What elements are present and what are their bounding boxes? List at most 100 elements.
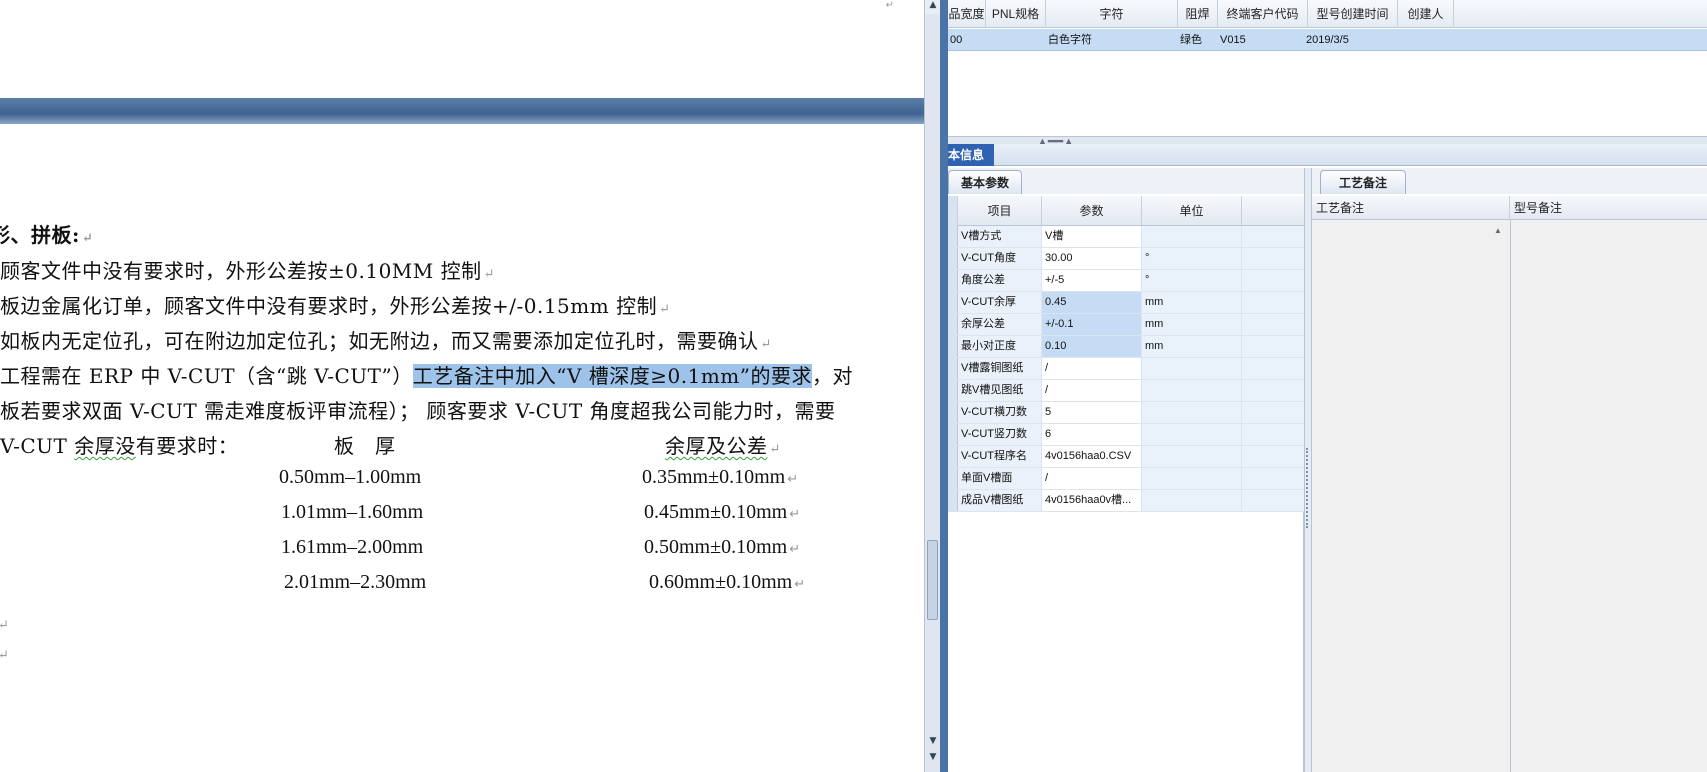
param-value[interactable]: / (1042, 380, 1142, 401)
line-text: 如板内无定位孔，可在附边加定位孔；如无附边，而又需要添加定位孔时，需要确认 (0, 329, 759, 353)
param-row[interactable]: 单面V槽面 / (948, 468, 1304, 490)
param-value[interactable]: / (1042, 468, 1142, 489)
param-value[interactable]: / (1042, 358, 1142, 379)
col-header-customer-code[interactable]: 终端客户代码 (1218, 0, 1308, 28)
vtable-margin-4: 0.60mm±0.10mm ↵ (649, 571, 805, 594)
doc-line-3: 如板内无定位孔，可在附边加定位孔；如无附边，而又需要添加定位孔时，需要确认 ↵ (0, 325, 772, 354)
scroll-down-arrow-icon[interactable]: ▼ (925, 736, 941, 750)
param-value[interactable]: 4v0156haa0.CSV (1042, 446, 1142, 467)
param-row[interactable]: V槽露铜图纸 / (948, 358, 1304, 380)
line-text: 板若要求双面 V-CUT 需走难度板评审流程）； 顾客要求 V-CUT 角度超我… (0, 399, 836, 423)
document-scrollbar[interactable]: ▲ ▼ ▼ (924, 0, 941, 772)
craft-notes-panel[interactable]: 工艺备注 型号备注 ▲ (1312, 196, 1707, 772)
param-value[interactable]: 30.00 (1042, 248, 1142, 269)
param-value[interactable]: +/-0.1 (1042, 314, 1142, 335)
highlighted-selection[interactable]: 工艺备注中加入“V 槽深度≥0.1mm”的要求 (412, 364, 812, 388)
vtable-thickness-3: 1.61mm–2.00mm (281, 536, 424, 558)
row-header (948, 468, 958, 489)
paragraph-mark: ↵ (769, 442, 781, 457)
param-row[interactable]: V-CUT角度 30.00 ° (948, 248, 1304, 270)
splitter-grip-icon[interactable] (1306, 448, 1310, 528)
previous-page: ↵ (0, 0, 924, 98)
line-text: 顾客文件中没有要求时，外形公差按±0.10MM 控制 (0, 259, 482, 283)
row-header (948, 424, 958, 445)
param-item: V-CUT竖刀数 (958, 424, 1042, 445)
param-unit: mm (1142, 314, 1242, 335)
col-header-extra (1242, 196, 1304, 226)
param-unit (1142, 424, 1242, 445)
param-value[interactable]: 5 (1042, 402, 1142, 423)
line-text: 板边金属化订单，顾客文件中没有要求时，外形公差按+/-0.15mm 控制 (0, 294, 658, 318)
param-value[interactable]: V槽 (1042, 226, 1142, 247)
param-row[interactable]: V-CUT竖刀数 6 (948, 424, 1304, 446)
param-row[interactable]: V槽方式 V槽 (948, 226, 1304, 248)
col-header-unit[interactable]: 单位 (1142, 196, 1242, 226)
empty-paragraph: ↵ (0, 610, 9, 634)
param-item: 成品V槽图纸 (958, 490, 1042, 511)
erp-panel[interactable]: 品宽度 PNL规格 字符 阻焊 终端客户代码 型号创建时间 创建人 00 白色字… (948, 0, 1707, 772)
header-text: 板 厚 (334, 434, 396, 458)
word-document-pane[interactable]: ↵ 形、拼板:↵ 顾客文件中没有要求时，外形公差按±0.10MM 控制↵ 板边金… (0, 0, 924, 772)
col-header-model-note[interactable]: 型号备注 (1510, 196, 1707, 220)
row-header (948, 358, 958, 379)
empty-paragraph: ↵ (0, 640, 9, 664)
col-header-craft-note[interactable]: 工艺备注 (1312, 196, 1510, 220)
vtable-margin-2: 0.45mm±0.10mm ↵ (644, 501, 800, 524)
vtable-header-thickness: 板 厚 (334, 430, 396, 459)
col-header-created-time[interactable]: 型号创建时间 (1308, 0, 1398, 28)
param-value[interactable]: 4v0156haa0v槽... (1042, 490, 1142, 511)
vertical-splitter[interactable] (1304, 168, 1312, 772)
doc-line-2: 板边金属化订单，顾客文件中没有要求时，外形公差按+/-0.15mm 控制 ↵ (0, 290, 670, 319)
param-extra (1242, 446, 1304, 467)
col-header-char[interactable]: 字符 (1046, 0, 1178, 28)
tab-basic-params[interactable]: 基本参数 (948, 170, 1022, 194)
doc-line-6: V-CUT 余厚没有要求时： (0, 430, 238, 459)
scroll-thumb[interactable] (927, 540, 938, 620)
subtab-strip: 基本参数 工艺备注 (948, 168, 1707, 194)
vtable-thickness-2: 1.01mm–1.60mm (281, 501, 424, 523)
vtable-thickness-4: 2.01mm–2.30mm (284, 571, 427, 593)
model-grid-row-selected[interactable]: 00 白色字符 绿色 V015 2019/3/5 (948, 29, 1707, 51)
param-row[interactable]: 成品V槽图纸 4v0156haa0v槽... (948, 490, 1304, 512)
vtable-margin-1: 0.35mm±0.10mm ↵ (642, 466, 798, 489)
next-page-arrow-icon[interactable]: ▼ (925, 752, 941, 766)
param-unit: ° (1142, 270, 1242, 291)
param-row[interactable]: 余厚公差 +/-0.1 mm (948, 314, 1304, 336)
param-row[interactable]: V-CUT程序名 4v0156haa0.CSV (948, 446, 1304, 468)
tab-basic-info[interactable]: 本信息 (948, 144, 995, 166)
param-item: V-CUT程序名 (958, 446, 1042, 467)
param-extra (1242, 380, 1304, 401)
spellcheck-marked-text: 余厚没 (74, 434, 136, 458)
scroll-up-arrow-icon[interactable]: ▲ (925, 0, 941, 14)
col-header-value[interactable]: 参数 (1042, 196, 1142, 226)
tab-craft-notes[interactable]: 工艺备注 (1320, 170, 1406, 194)
param-value[interactable]: +/-5 (1042, 270, 1142, 291)
column-divider (1510, 220, 1511, 772)
param-row[interactable]: 角度公差 +/-5 ° (948, 270, 1304, 292)
param-row[interactable]: V-CUT余厚 0.45 mm (948, 292, 1304, 314)
col-header-item[interactable]: 项目 (958, 196, 1042, 226)
param-value[interactable]: 6 (1042, 424, 1142, 445)
param-item: V-CUT横刀数 (958, 402, 1042, 423)
document-page[interactable]: 形、拼板:↵ 顾客文件中没有要求时，外形公差按±0.10MM 控制↵ 板边金属化… (0, 124, 924, 772)
param-row[interactable]: V-CUT横刀数 5 (948, 402, 1304, 424)
row-header (948, 402, 958, 423)
col-header-creator[interactable]: 创建人 (1398, 0, 1454, 28)
col-header-pnl[interactable]: PNL规格 (986, 0, 1046, 28)
row-header (948, 336, 958, 357)
paragraph-mark: ↵ (659, 302, 671, 317)
basic-params-grid[interactable]: 项目 参数 单位 V槽方式 V槽 V-CUT角度 30.00 ° 角度公差 +/-5 ° … (948, 196, 1304, 772)
row-header (948, 314, 958, 335)
paragraph-mark: ↵ (794, 576, 806, 591)
param-extra (1242, 424, 1304, 445)
param-row[interactable]: 跳V槽见图纸 / (948, 380, 1304, 402)
heading-text: 形、拼板: (0, 223, 80, 247)
param-value[interactable]: 0.45 (1042, 292, 1142, 313)
param-value[interactable]: 0.10 (1042, 336, 1142, 357)
col-header-solder-mask[interactable]: 阻焊 (1178, 0, 1218, 28)
scroll-up-arrow-icon[interactable]: ▲ (1494, 226, 1502, 235)
param-row[interactable]: 最小对正度 0.10 mm (948, 336, 1304, 358)
col-header-width[interactable]: 品宽度 (948, 0, 986, 28)
line-text: V-CUT (0, 434, 75, 458)
paragraph-mark: ↵ (81, 231, 94, 246)
